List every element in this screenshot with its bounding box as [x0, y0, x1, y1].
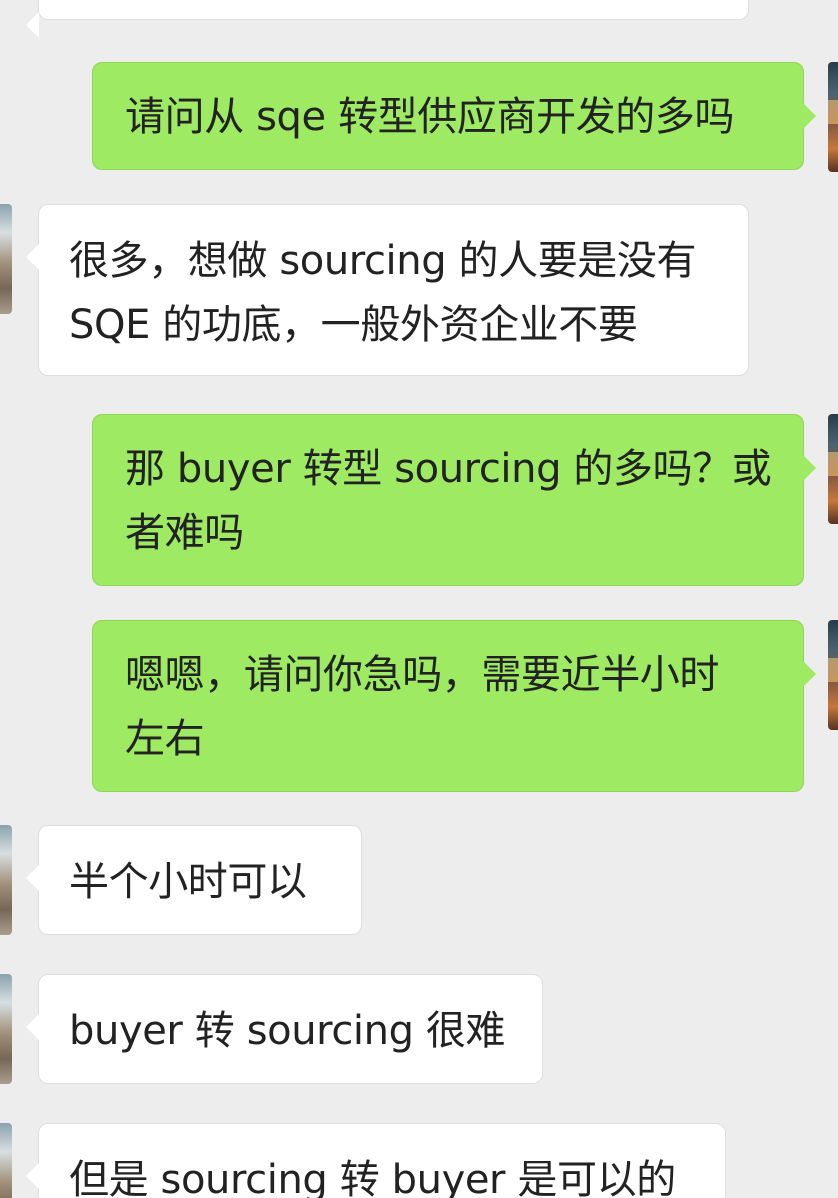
received-message-partial-bottom[interactable]: 但是 sourcing 转 buyer 是可以的: [26, 1123, 726, 1198]
contact-avatar[interactable]: [0, 974, 12, 1084]
received-message[interactable]: buyer 转 sourcing 很难: [26, 974, 543, 1084]
sender-avatar[interactable]: [828, 62, 838, 172]
received-message-partial-top[interactable]: [26, 0, 749, 38]
sent-message[interactable]: 请问从 sqe 转型供应商开发的多吗: [92, 62, 816, 170]
chat-conversation: 请问从 sqe 转型供应商开发的多吗 很多，想做 sourcing 的人要是没有…: [0, 0, 838, 1198]
message-text-line: 那 buyer 转型 sourcing 的多吗？或: [125, 446, 772, 492]
contact-avatar[interactable]: [0, 1123, 12, 1198]
message-text-line: 很多，想做 sourcing 的人要是没有: [69, 238, 697, 284]
sender-avatar[interactable]: [828, 414, 838, 524]
message-text-line: 嗯嗯，请问你急吗，需要近半小时: [125, 652, 719, 698]
message-text-line: buyer 转 sourcing 很难: [69, 1008, 506, 1054]
sent-message[interactable]: 那 buyer 转型 sourcing 的多吗？或 者难吗: [92, 414, 816, 586]
received-message[interactable]: 很多，想做 sourcing 的人要是没有 SQE 的功底，一般外资企业不要: [26, 204, 749, 376]
message-text-line: 请问从 sqe 转型供应商开发的多吗: [125, 94, 735, 140]
message-text-line: 左右: [125, 716, 205, 762]
sent-message[interactable]: 嗯嗯，请问你急吗，需要近半小时 左右: [92, 620, 816, 792]
received-message[interactable]: 半个小时可以: [26, 825, 362, 935]
contact-avatar[interactable]: [0, 204, 12, 314]
message-text-line: 半个小时可以: [69, 859, 307, 905]
sender-avatar[interactable]: [828, 620, 838, 730]
contact-avatar[interactable]: [0, 825, 12, 935]
message-text-line: 但是 sourcing 转 buyer 是可以的: [69, 1157, 676, 1198]
message-text-line: SQE 的功底，一般外资企业不要: [69, 302, 638, 348]
message-text-line: 者难吗: [125, 510, 244, 556]
